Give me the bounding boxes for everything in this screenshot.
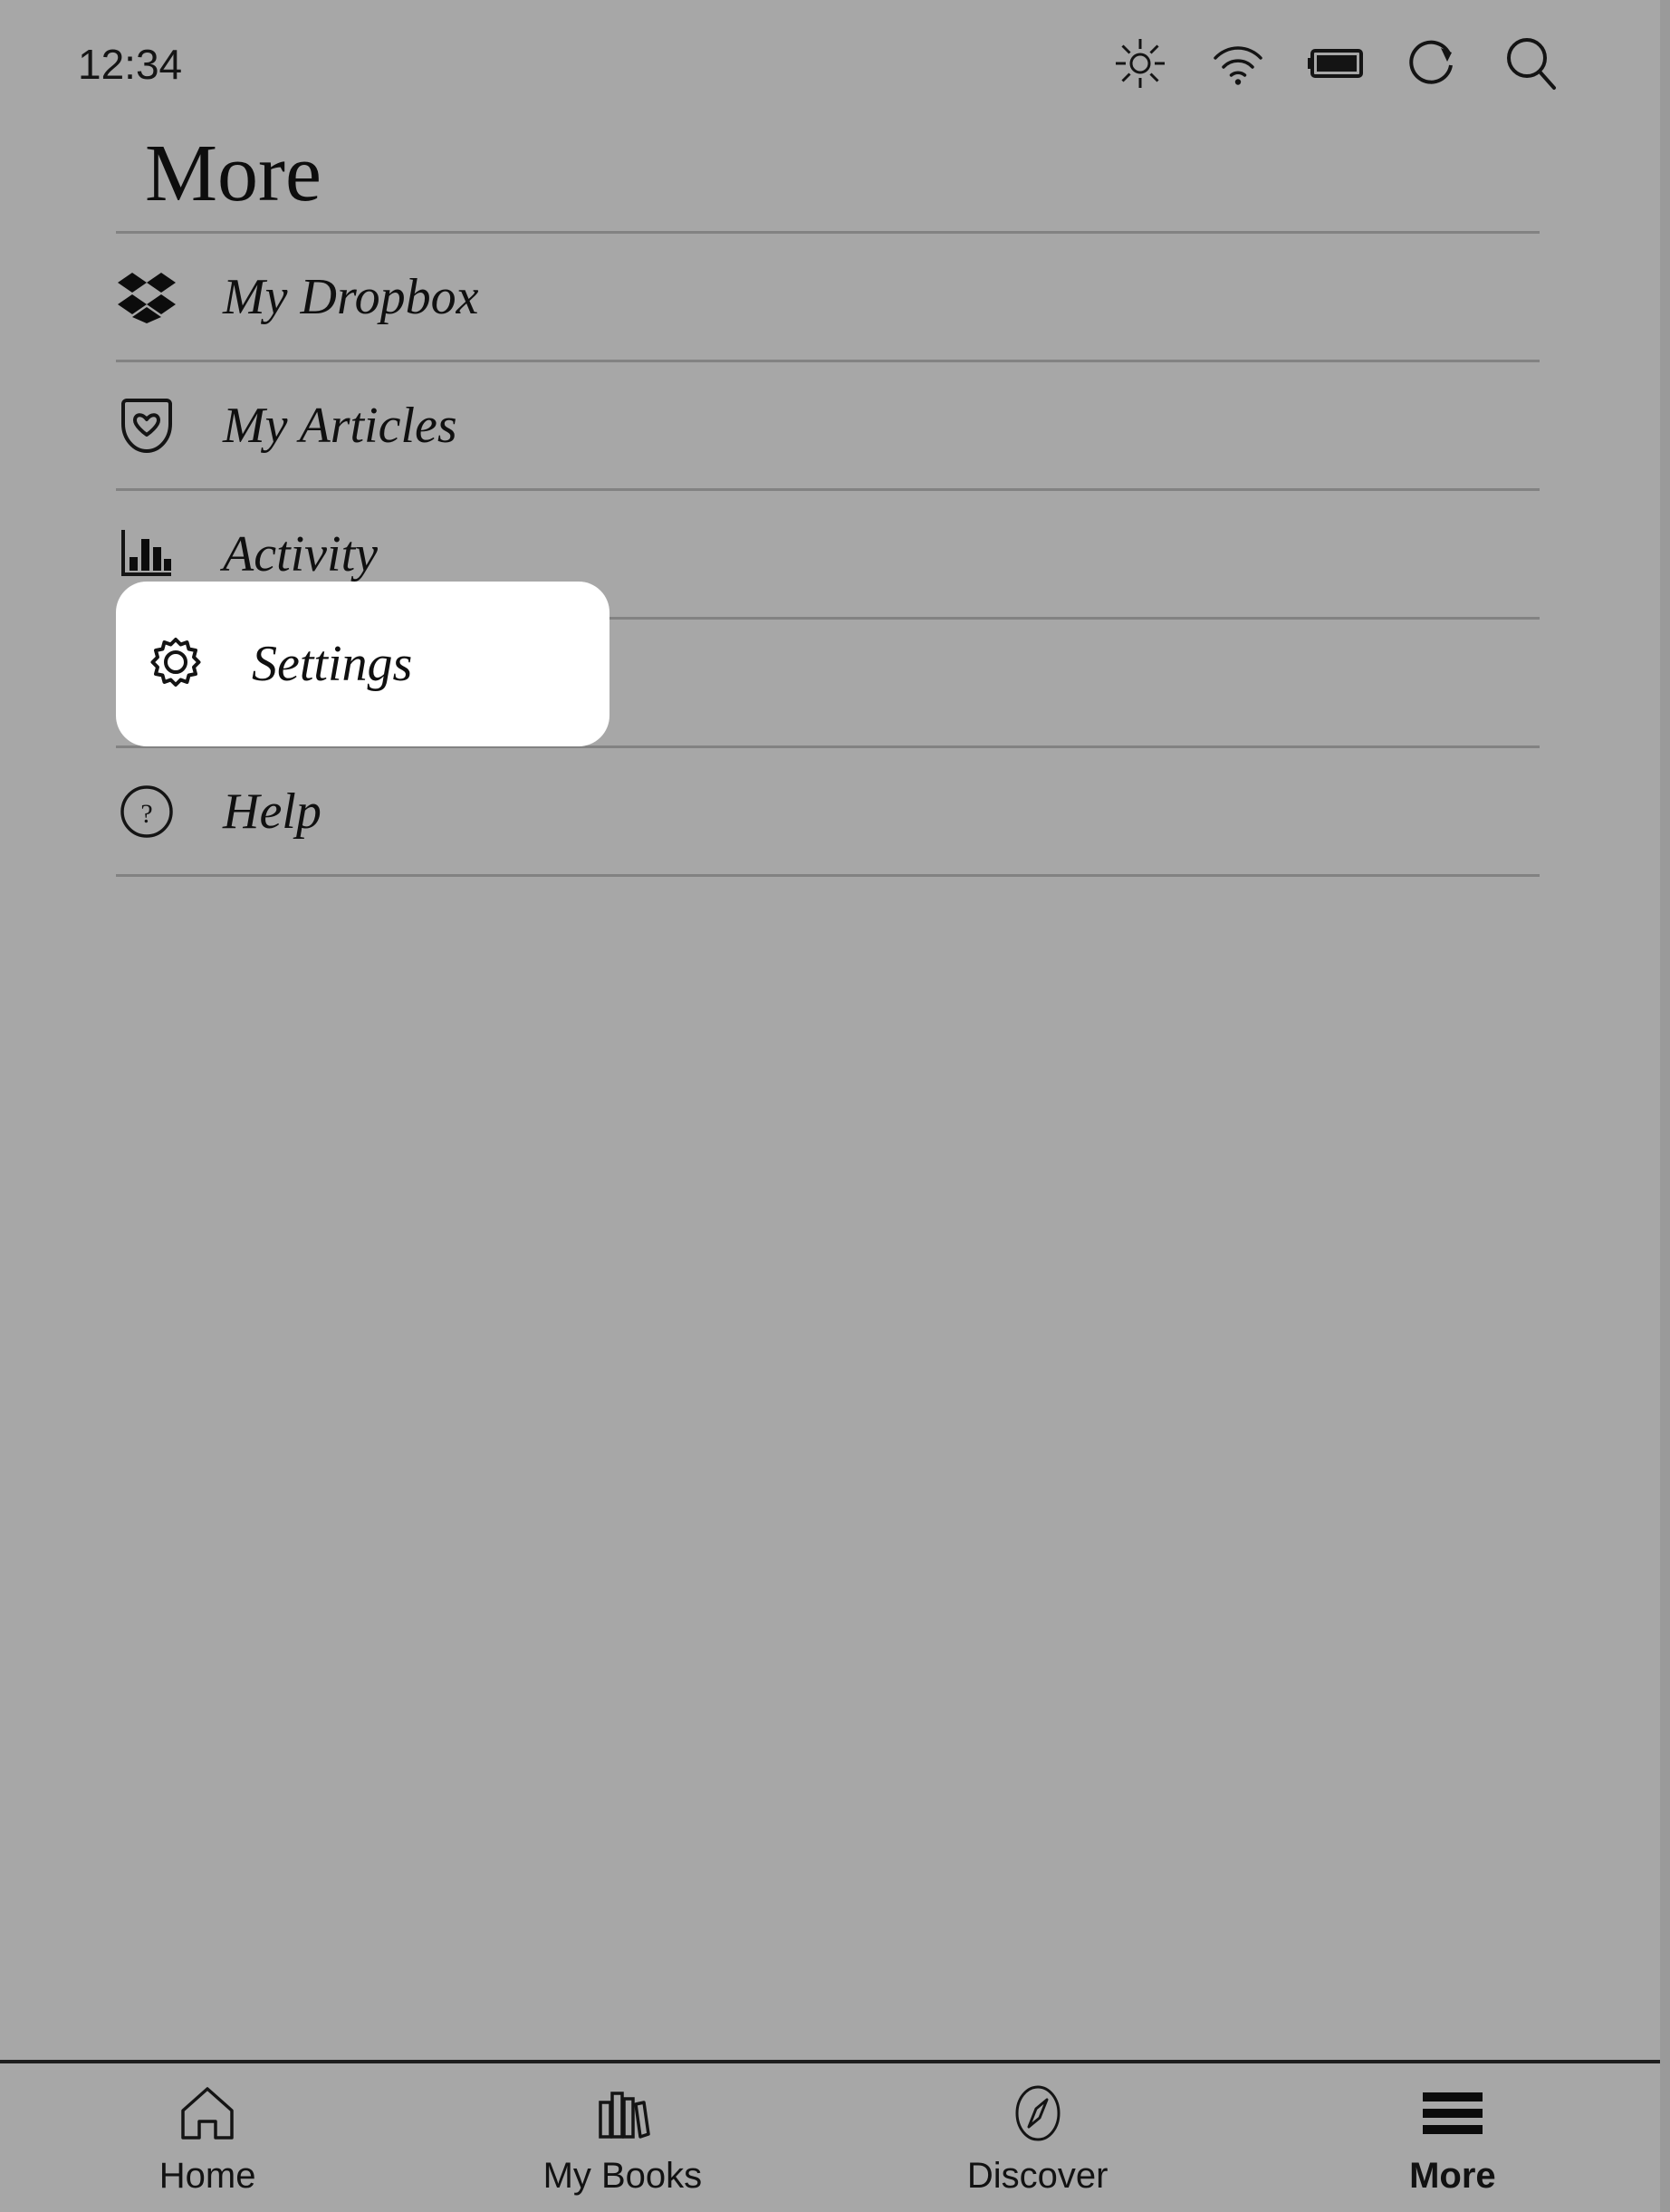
menu-item-label: My Dropbox bbox=[223, 268, 479, 326]
menu-item-help[interactable]: ? Help bbox=[0, 748, 1660, 874]
nav-item-label: Home bbox=[159, 2156, 256, 2197]
dropbox-icon bbox=[116, 266, 178, 328]
pocket-icon bbox=[116, 395, 178, 457]
menu-item-label: Settings bbox=[252, 635, 412, 693]
status-icon-group bbox=[1111, 34, 1560, 92]
bar-chart-icon bbox=[116, 524, 178, 585]
nav-item-label: My Books bbox=[543, 2156, 703, 2197]
question-circle-icon: ? bbox=[116, 781, 178, 842]
menu-item-settings[interactable]: Settings bbox=[0, 620, 1660, 745]
bottom-navigation-bar: Home My Books Discover bbox=[0, 2060, 1660, 2212]
nav-item-label: More bbox=[1409, 2156, 1496, 2197]
page-title: More bbox=[145, 129, 322, 218]
menu-item-label: Help bbox=[223, 783, 322, 841]
menu-item-label: Activity bbox=[223, 525, 378, 583]
more-menu-list: My Dropbox My Articles bbox=[0, 231, 1660, 877]
nav-item-more[interactable]: More bbox=[1245, 2063, 1660, 2212]
device-edge-strip bbox=[1660, 0, 1670, 2212]
svg-text:?: ? bbox=[140, 799, 152, 829]
nav-item-discover[interactable]: Discover bbox=[830, 2063, 1245, 2212]
ereader-screen: 12:34 bbox=[0, 0, 1670, 2212]
status-time: 12:34 bbox=[78, 40, 182, 89]
wifi-icon[interactable] bbox=[1209, 34, 1267, 92]
books-icon bbox=[593, 2083, 651, 2143]
hamburger-icon bbox=[1421, 2083, 1484, 2143]
status-bar: 12:34 bbox=[0, 0, 1660, 125]
house-icon bbox=[178, 2083, 237, 2143]
search-icon[interactable] bbox=[1502, 34, 1560, 92]
menu-item-my-dropbox[interactable]: My Dropbox bbox=[0, 234, 1660, 360]
menu-item-label: My Articles bbox=[223, 397, 457, 455]
gear-icon bbox=[145, 633, 206, 695]
divider bbox=[116, 874, 1540, 877]
brightness-icon[interactable] bbox=[1111, 34, 1169, 92]
nav-item-label: Discover bbox=[967, 2156, 1109, 2197]
nav-item-my-books[interactable]: My Books bbox=[415, 2063, 830, 2212]
nav-item-home[interactable]: Home bbox=[0, 2063, 415, 2212]
menu-item-my-articles[interactable]: My Articles bbox=[0, 362, 1660, 488]
compass-icon bbox=[1010, 2083, 1066, 2143]
battery-icon bbox=[1307, 34, 1365, 92]
sync-icon[interactable] bbox=[1405, 34, 1463, 92]
